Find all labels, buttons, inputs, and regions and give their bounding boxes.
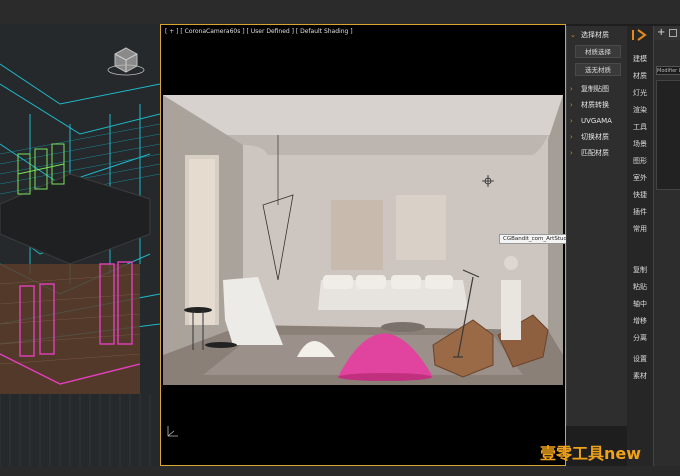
tool-paste[interactable]: 粘贴 [627,280,653,294]
script-item-switch-material[interactable]: › 切换材质 [567,130,627,144]
tool-plugins[interactable]: 插件 [627,205,653,219]
modifier-list-dropdown[interactable]: Modifier L [656,66,680,75]
script-item-match-material[interactable]: › 匹配材质 [567,146,627,160]
tool-exterior[interactable]: 室外 [627,171,653,185]
command-panel: + Modifier L [653,26,680,466]
tool-common[interactable]: 常用 [627,222,653,236]
tool-offset[interactable]: 增移 [627,314,653,328]
wireframe-scene [0,24,160,466]
tool-detach[interactable]: 分离 [627,331,653,345]
chevron-right-icon: › [570,101,573,109]
tool-tools[interactable]: 工具 [627,120,653,134]
script-item-convert-material[interactable]: › 材质转换 [567,98,627,112]
tool-modeling[interactable]: 建模 [627,52,653,66]
axis-gizmo-icon [167,426,178,437]
tool-settings[interactable]: 设置 [627,352,653,366]
tool-assets[interactable]: 素材 [627,369,653,383]
tool-pivot-center[interactable]: 轴中 [627,297,653,311]
tool-scene[interactable]: 场景 [627,137,653,151]
tool-light[interactable]: 灯光 [627,86,653,100]
modify-tab-icon[interactable] [669,29,677,37]
chevron-right-icon: › [570,85,573,93]
tool-render[interactable]: 渲染 [627,103,653,117]
script-item-uvgama[interactable]: › UVGAMA [567,114,627,128]
top-strip [0,0,680,24]
watermark-text: 壹零工具new [540,444,642,463]
tool-shortcut[interactable]: 快捷 [627,188,653,202]
tool-shape[interactable]: 图形 [627,154,653,168]
viewport-label[interactable]: [ + ] [ CoronaCamera60s ] [ User Defined… [165,28,353,35]
script-item-select-material[interactable]: ⌄ 选择材质 [567,28,627,42]
script-item-copy-map[interactable]: › 复制贴图 [567,82,627,96]
script-panel: ⌄ 选择材质 材质选择 选无材质 › 复制贴图 › 材质转换 › UVGAMA … [566,26,627,426]
modifier-stack[interactable] [656,80,680,190]
bottom-strip [0,466,680,476]
chevron-right-icon: › [570,133,573,141]
create-plus-icon[interactable]: + [657,26,665,40]
chevron-right-icon: › [570,149,573,157]
script-button-select-no-material[interactable]: 选无材质 [575,63,621,76]
chevron-down-icon: ⌄ [570,31,576,39]
wireframe-viewport[interactable] [0,24,160,466]
script-button-material-select[interactable]: 材质选择 [575,45,621,58]
camera-viewport[interactable]: [ + ] [ CoronaCamera60s ] [ User Defined… [160,24,626,466]
chevron-right-icon: › [570,117,573,125]
plugin-logo-icon [632,29,647,41]
tool-column: 建模 材质 灯光 渲染 工具 场景 图形 室外 快捷 插件 常用 复制 粘贴 轴… [627,26,653,466]
tool-material[interactable]: 材质 [627,69,653,83]
tool-copy[interactable]: 复制 [627,263,653,277]
command-tabs[interactable]: + [654,26,680,40]
